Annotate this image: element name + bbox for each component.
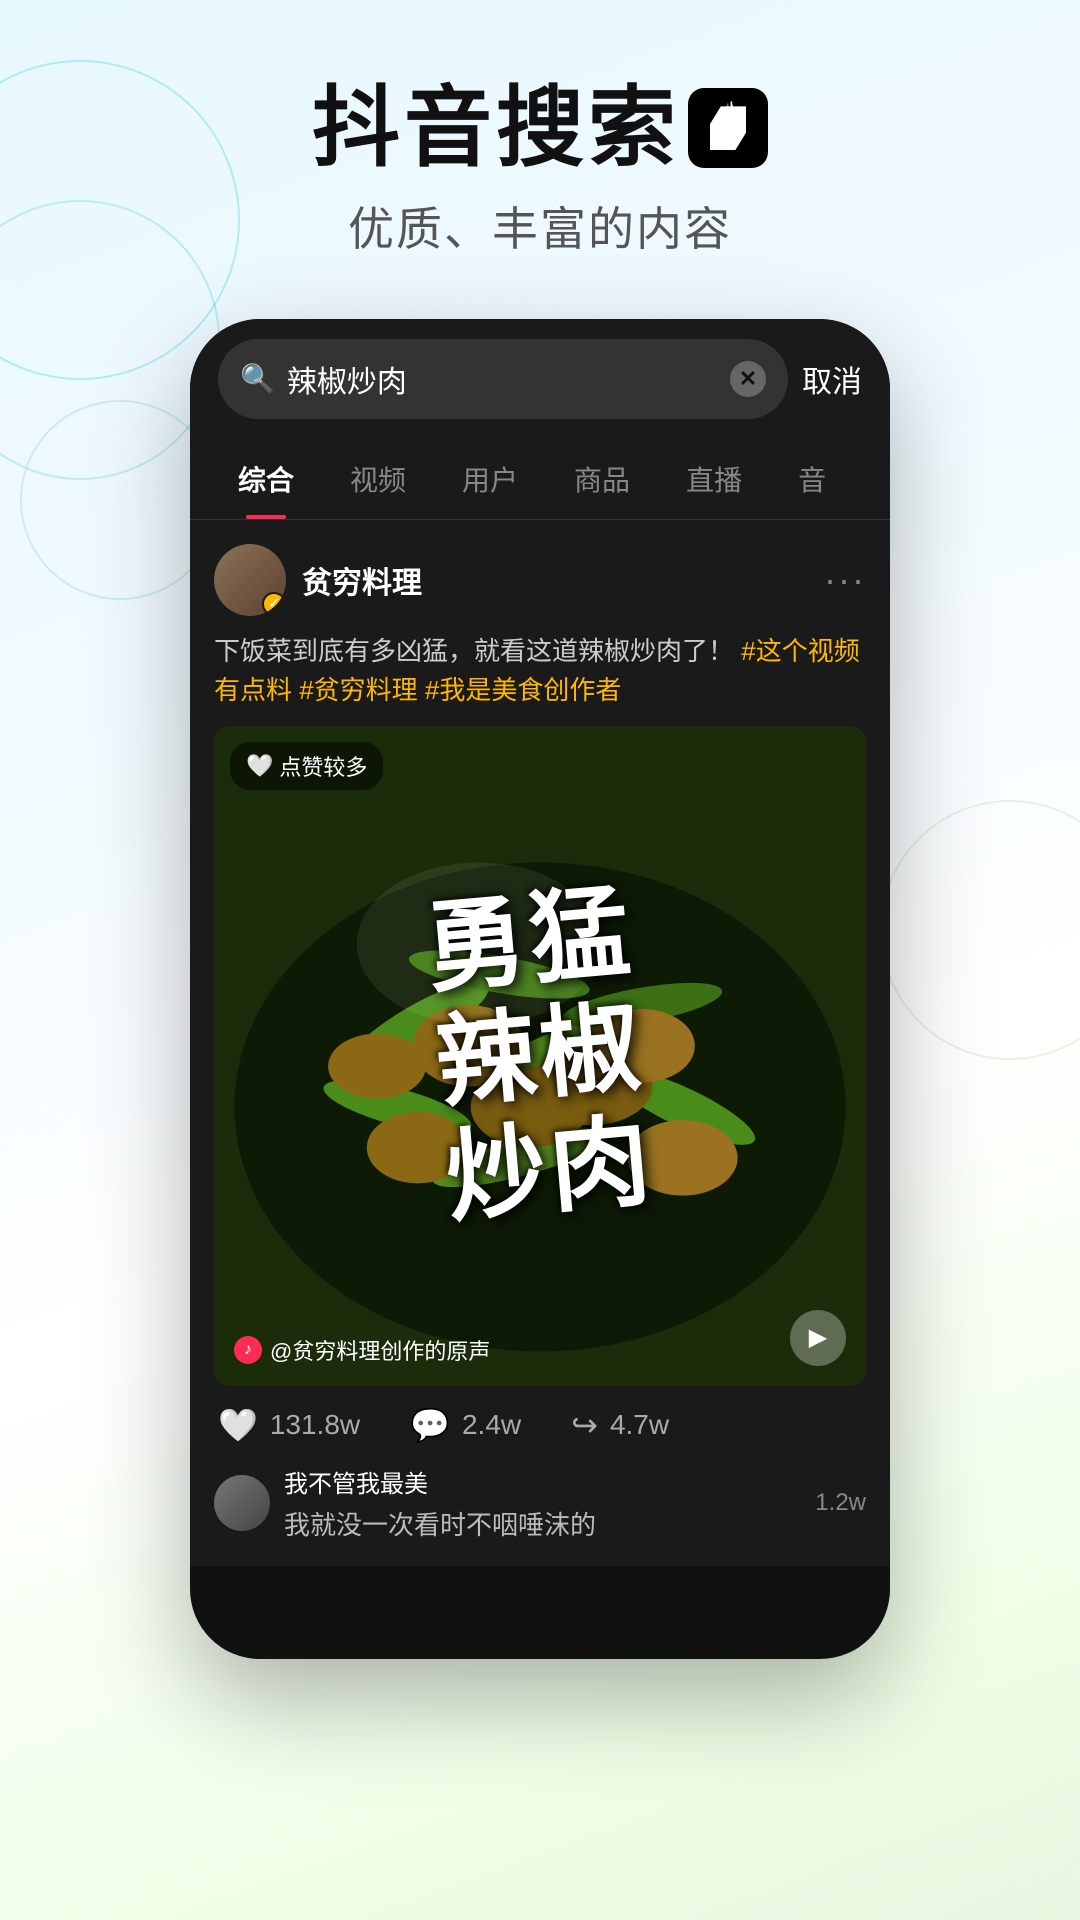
post-user-card: ✓ 贫穷料理 ··· [214, 544, 866, 616]
search-cancel-button[interactable]: 取消 [802, 357, 862, 401]
play-button[interactable]: ▶ [790, 1310, 846, 1366]
heart-icon: 🤍 [246, 753, 273, 779]
post-stats: 🤍 131.8w 💬 2.4w ↪ 4.7w [214, 1406, 866, 1444]
comment-stat-icon: 💬 [410, 1406, 450, 1444]
likes-stat[interactable]: 🤍 131.8w [218, 1406, 360, 1444]
comment-text: 我就没一次看时不咽唾沫的 [284, 1505, 596, 1542]
likes-count: 131.8w [270, 1409, 360, 1441]
likes-badge-text: 点赞较多 [279, 750, 367, 782]
comments-count: 2.4w [462, 1409, 521, 1441]
phone-screen: 🔍 辣椒炒肉 ✕ 取消 综合 视频 用户 商品 直播 音 [190, 319, 890, 1659]
video-title-text: 勇猛辣椒炒肉 [421, 875, 658, 1237]
commenter-avatar [214, 1475, 270, 1531]
search-icon: 🔍 [240, 362, 275, 395]
comments-stat[interactable]: 💬 2.4w [410, 1406, 521, 1444]
shares-count: 4.7w [610, 1409, 669, 1441]
app-title: 抖音搜索 [0, 80, 1080, 177]
more-options-button[interactable]: ··· [824, 559, 866, 601]
header: 抖音搜索 优质、丰富的内容 [0, 0, 1080, 299]
search-clear-button[interactable]: ✕ [730, 361, 766, 397]
search-results: ✓ 贫穷料理 ··· 下饭菜到底有多凶猛，就看这道辣椒炒肉了！ #这个视频有点料… [190, 520, 890, 1566]
post-description: 下饭菜到底有多凶猛，就看这道辣椒炒肉了！ #这个视频有点料 #贫穷料理 #我是美… [214, 632, 866, 710]
tiktok-audio-icon: ♪ [234, 1336, 262, 1364]
tab-user[interactable]: 用户 [434, 439, 546, 519]
comment-count: 1.2w [815, 1489, 866, 1517]
tab-audio[interactable]: 音 [770, 439, 854, 519]
username[interactable]: 贫穷料理 [302, 558, 422, 602]
search-input-area[interactable]: 🔍 辣椒炒肉 ✕ [218, 339, 788, 419]
shares-stat[interactable]: ↪ 4.7w [571, 1406, 669, 1444]
comment-body: 我不管我最美 我就没一次看时不咽唾沫的 [284, 1464, 596, 1542]
tab-comprehensive[interactable]: 综合 [210, 439, 322, 519]
heart-stat-icon: 🤍 [218, 1406, 258, 1444]
audio-info[interactable]: ♪ @贫穷料理创作的原声 [234, 1334, 490, 1366]
app-title-text: 抖音搜索 [312, 80, 680, 177]
user-avatar[interactable]: ✓ [214, 544, 286, 616]
share-stat-icon: ↪ [571, 1406, 598, 1444]
tab-product[interactable]: 商品 [546, 439, 658, 519]
video-text-overlay: 勇猛辣椒炒肉 [214, 726, 866, 1386]
search-query: 辣椒炒肉 [287, 357, 718, 401]
comment-preview[interactable]: 我不管我最美 我就没一次看时不咽唾沫的 1.2w [214, 1464, 866, 1542]
tab-video[interactable]: 视频 [322, 439, 434, 519]
post-main-text: 下饭菜到底有多凶猛，就看这道辣椒炒肉了！ [214, 636, 734, 666]
verified-badge-icon: ✓ [262, 592, 286, 616]
tab-live[interactable]: 直播 [658, 439, 770, 519]
phone-mockup: 🔍 辣椒炒肉 ✕ 取消 综合 视频 用户 商品 直播 音 [0, 319, 1080, 1659]
audio-label: @贫穷料理创作的原声 [270, 1334, 490, 1366]
likes-badge: 🤍 点赞较多 [230, 742, 383, 790]
video-thumbnail[interactable]: 勇猛辣椒炒肉 🤍 点赞较多 ♪ @贫穷料理创作的原声 ▶ [214, 726, 866, 1386]
search-bar: 🔍 辣椒炒肉 ✕ 取消 [190, 319, 890, 439]
tiktok-logo-icon [688, 88, 768, 168]
header-subtitle: 优质、丰富的内容 [0, 193, 1080, 259]
commenter-name: 我不管我最美 [284, 1464, 596, 1499]
tab-bar: 综合 视频 用户 商品 直播 音 [190, 439, 890, 520]
